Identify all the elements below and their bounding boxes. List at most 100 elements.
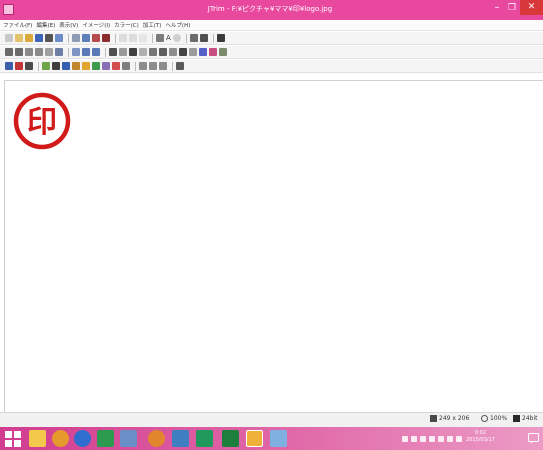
toolbar-separator [38,61,39,71]
system-tray [402,431,465,446]
eyedropper-icon[interactable] [176,62,184,70]
image-canvas[interactable] [4,80,543,412]
toolbar-separator [115,33,116,43]
text-tool-icon[interactable]: A [166,34,171,42]
grid-icon[interactable] [189,34,198,42]
magnify-icon[interactable] [139,62,147,70]
color-adjust-icon[interactable] [5,62,13,70]
zoom-icon[interactable] [72,48,80,56]
clock[interactable]: 0:02 2015/03/17 [466,430,495,444]
open-file-icon[interactable] [25,34,33,42]
media-player-icon[interactable] [148,430,165,447]
pen-icon[interactable] [199,48,207,56]
tray-battery-icon[interactable] [447,435,453,442]
mosaic-icon[interactable] [149,48,157,56]
menu-view[interactable]: 表示(V) [59,21,78,29]
zoom-in-icon[interactable] [82,48,90,56]
red-eye-icon[interactable] [112,62,120,70]
paste-icon[interactable] [82,34,90,42]
hue-icon[interactable] [42,62,50,70]
circle-icon[interactable] [172,34,181,42]
green-icon[interactable] [92,62,100,70]
chat-icon[interactable] [196,430,213,447]
firefox-icon[interactable] [52,430,69,447]
app-icon[interactable] [3,4,14,15]
paint-brush-icon[interactable] [270,430,287,447]
rotate-left-icon[interactable] [25,48,33,56]
tray-flag-icon[interactable] [429,435,435,442]
jtrim-taskbar-icon[interactable] [246,430,263,447]
dropdown-icon[interactable] [216,34,225,42]
status-bitdepth: 24bit [513,415,537,422]
calculator-icon[interactable] [172,430,189,447]
tray-ime-icon[interactable] [456,435,462,442]
window-icon[interactable] [199,34,208,42]
light-icon[interactable] [82,62,90,70]
store-icon[interactable] [97,430,114,447]
status-bar: 249 x 206 100% 24bit [0,412,543,427]
crop-icon[interactable] [102,34,110,42]
repeat-icon[interactable] [139,34,147,42]
color-balance-icon[interactable] [15,62,23,70]
arrow-icon[interactable] [45,48,53,56]
grayscale-icon[interactable] [159,48,167,56]
menu-file[interactable]: ファイル(F) [3,21,32,29]
blur-icon[interactable] [139,48,147,56]
clock-time: 0:02 [474,430,487,436]
transparent-icon[interactable] [122,62,130,70]
fill-icon[interactable] [209,48,217,56]
invert-icon[interactable] [52,62,60,70]
effect-icon[interactable] [219,48,227,56]
toolbar-separator [105,47,106,57]
excel-icon[interactable] [222,430,239,447]
toolbar-separator [185,33,187,43]
copy-icon[interactable] [72,34,80,42]
tray-network-icon[interactable] [420,435,426,442]
frame-icon[interactable] [189,48,197,56]
paste-new-icon[interactable] [92,34,100,42]
color-filter-icon[interactable] [25,62,33,70]
zoom-out-icon[interactable] [92,48,100,56]
menu-edit[interactable]: 編集(E) [36,21,55,29]
explorer-icon[interactable] [29,430,46,447]
magnify-minus-icon[interactable] [159,62,167,70]
redo-icon[interactable] [129,34,137,42]
notification-icon[interactable] [528,433,539,444]
paint-icon[interactable] [120,430,137,447]
tray-arrow-icon[interactable] [402,435,408,442]
sharpen-icon[interactable] [129,48,137,56]
resize-icon[interactable] [156,34,164,42]
toolbar-color [0,60,543,73]
magnify-plus-icon[interactable] [149,62,157,70]
menu-color[interactable]: カラー(C) [114,21,139,29]
undo-icon[interactable] [119,34,127,42]
open-folder-icon[interactable] [15,34,23,42]
new-file-icon[interactable] [5,34,13,42]
emboss-icon[interactable] [169,48,177,56]
menu-process[interactable]: 加工(T) [143,21,162,29]
color-reduce-icon[interactable] [62,62,70,70]
rotate-right-icon[interactable] [35,48,43,56]
brightness-icon[interactable] [109,48,117,56]
taskbar: 0:02 2015/03/17 [0,427,543,450]
flip-horizontal-icon[interactable] [5,48,13,56]
tray-keyboard-icon[interactable] [411,435,417,442]
maximize-button[interactable]: ❐ [505,2,519,16]
start-windows-icon[interactable] [5,431,21,447]
edge-icon[interactable] [179,48,187,56]
contrast-icon[interactable] [119,48,127,56]
menu-image[interactable]: イメージ(I) [82,21,110,29]
print-icon[interactable] [45,34,53,42]
save-icon[interactable] [35,34,43,42]
tray-volume-icon[interactable] [438,435,444,442]
sepia-icon[interactable] [72,62,80,70]
flip-vertical-icon[interactable] [15,48,23,56]
fit-icon[interactable] [55,48,63,56]
minimize-button[interactable]: – [490,2,504,16]
image-size: 249 x 206 [439,415,470,422]
palette-icon[interactable] [102,62,110,70]
internet-explorer-icon[interactable] [74,430,91,447]
scan-icon[interactable] [55,34,63,42]
close-button[interactable]: ✕ [520,0,543,15]
menu-help[interactable]: ヘルプ(H) [165,21,190,29]
